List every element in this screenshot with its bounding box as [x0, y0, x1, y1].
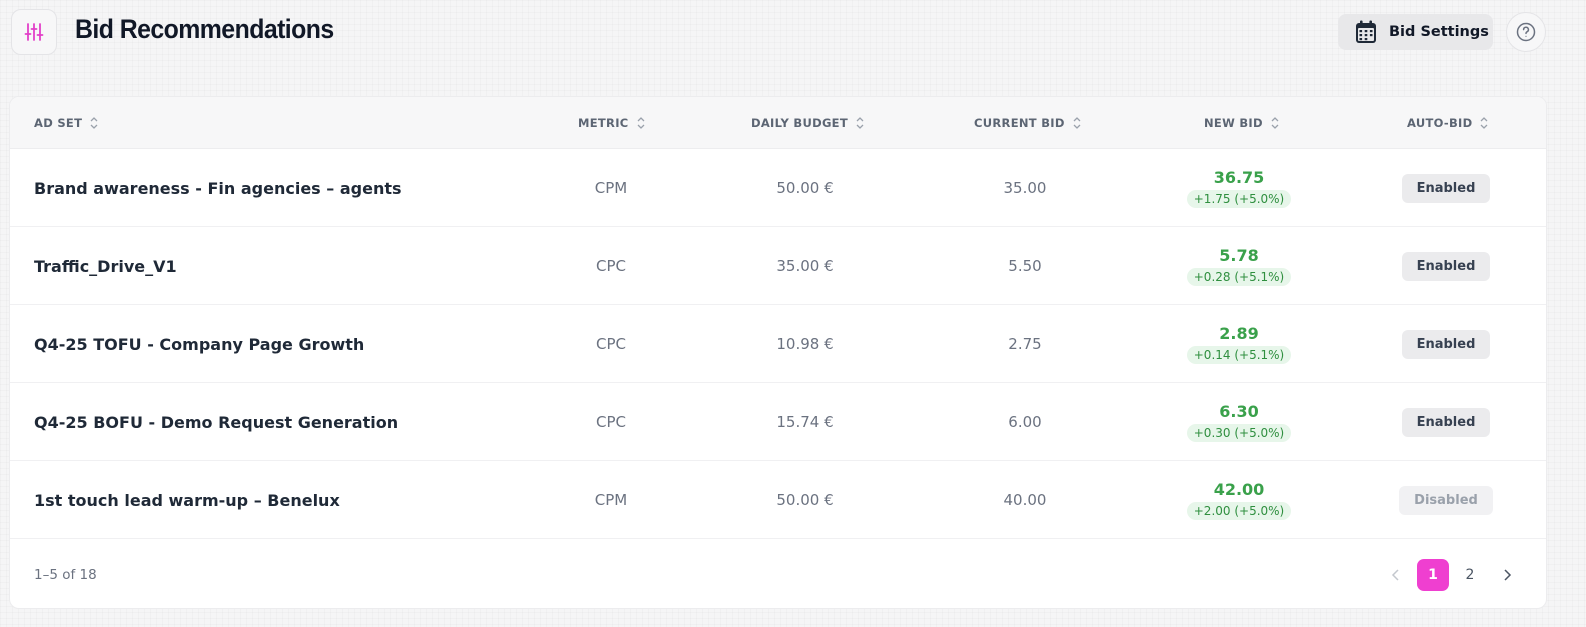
sort-icon [1073, 117, 1081, 129]
chevron-left-icon [1391, 569, 1399, 581]
new-bid-value: 6.30 [1219, 402, 1259, 421]
new-bid-cell: 5.78 +0.28 (+5.1%) [1159, 227, 1319, 305]
new-bid-cell: 2.89 +0.14 (+5.1%) [1159, 305, 1319, 383]
page-button-2[interactable]: 2 [1454, 559, 1486, 591]
daily-budget-cell: 10.98 € [776, 335, 834, 353]
sort-icon [1481, 117, 1488, 129]
daily-budget-cell: 50.00 € [776, 179, 834, 197]
chevron-right-icon [1504, 569, 1512, 581]
column-header-auto-bid[interactable]: AUTO-BID [1407, 97, 1488, 149]
auto-bid-status-button[interactable]: Disabled [1399, 485, 1493, 515]
new-bid-cell: 42.00 +2.00 (+5.0%) [1159, 461, 1319, 539]
column-label: DAILY BUDGET [751, 116, 848, 130]
table-header: AD SET METRIC DAILY BUDGET CURRENT BID N… [10, 97, 1546, 149]
calendar-icon [1356, 20, 1376, 43]
ad-set-name[interactable]: 1st touch lead warm-up – Benelux [34, 461, 534, 539]
metric-cell: CPM [594, 179, 628, 197]
auto-bid-status-button[interactable]: Enabled [1401, 329, 1491, 359]
new-bid-cell: 6.30 +0.30 (+5.0%) [1159, 383, 1319, 461]
new-bid-delta-badge: +1.75 (+5.0%) [1186, 190, 1292, 208]
metric-cell: CPC [596, 335, 626, 353]
ad-set-name[interactable]: Q4-25 BOFU - Demo Request Generation [34, 383, 534, 461]
previous-page-button[interactable] [1380, 559, 1412, 591]
column-header-new-bid[interactable]: NEW BID [1204, 97, 1279, 149]
help-button[interactable] [1506, 12, 1546, 52]
table-row[interactable]: 1st touch lead warm-up – Benelux CPM 50.… [10, 461, 1546, 539]
auto-bid-cell: Enabled [1386, 305, 1506, 383]
ad-set-name[interactable]: Brand awareness - Fin agencies – agents [34, 149, 534, 227]
next-page-button[interactable] [1491, 559, 1523, 591]
new-bid-delta-badge: +0.30 (+5.0%) [1186, 424, 1292, 442]
table-row[interactable]: Q4-25 TOFU - Company Page Growth CPC 10.… [10, 305, 1546, 383]
page-header: Bid Recommendations Bid Settings [0, 0, 1586, 80]
auto-bid-status-button[interactable]: Enabled [1401, 251, 1491, 281]
auto-bid-cell: Enabled [1386, 227, 1506, 305]
column-label: CURRENT BID [974, 116, 1065, 130]
daily-budget-cell: 35.00 € [776, 257, 834, 275]
column-label: NEW BID [1204, 116, 1263, 130]
ad-set-name[interactable]: Traffic_Drive_V1 [34, 227, 534, 305]
new-bid-value: 42.00 [1213, 480, 1265, 499]
new-bid-value: 36.75 [1213, 168, 1265, 187]
column-header-current-bid[interactable]: CURRENT BID [974, 97, 1081, 149]
sort-icon [90, 117, 98, 129]
bid-settings-button[interactable]: Bid Settings [1338, 14, 1493, 50]
sort-icon [637, 117, 644, 129]
column-header-ad-set[interactable]: AD SET [34, 97, 98, 149]
new-bid-cell: 36.75 +1.75 (+5.0%) [1159, 149, 1319, 227]
bid-table-card: AD SET METRIC DAILY BUDGET CURRENT BID N… [9, 96, 1547, 609]
filters-button[interactable] [11, 9, 57, 55]
new-bid-value: 2.89 [1219, 324, 1259, 343]
page-button-1[interactable]: 1 [1417, 559, 1449, 591]
auto-bid-status-button[interactable]: Enabled [1401, 173, 1491, 203]
daily-budget-cell: 50.00 € [776, 491, 834, 509]
sort-icon [856, 117, 864, 129]
current-bid-cell: 35.00 [1003, 179, 1047, 197]
page-title: Bid Recommendations [75, 14, 334, 44]
column-label: METRIC [578, 116, 629, 130]
metric-cell: CPC [596, 257, 626, 275]
table-row[interactable]: Traffic_Drive_V1 CPC 35.00 € 5.50 5.78 +… [10, 227, 1546, 305]
ad-set-name[interactable]: Q4-25 TOFU - Company Page Growth [34, 305, 534, 383]
new-bid-delta-badge: +2.00 (+5.0%) [1186, 502, 1292, 520]
auto-bid-status-button[interactable]: Enabled [1401, 407, 1491, 437]
column-header-metric[interactable]: METRIC [578, 97, 645, 149]
bid-settings-label: Bid Settings [1389, 24, 1489, 40]
table-row[interactable]: Q4-25 BOFU - Demo Request Generation CPC… [10, 383, 1546, 461]
new-bid-value: 5.78 [1219, 246, 1259, 265]
new-bid-delta-badge: +0.28 (+5.1%) [1186, 268, 1292, 286]
column-label: AUTO-BID [1407, 116, 1473, 130]
column-header-daily-budget[interactable]: DAILY BUDGET [751, 97, 864, 149]
daily-budget-cell: 15.74 € [776, 413, 834, 431]
auto-bid-cell: Enabled [1386, 149, 1506, 227]
table-footer: 1–5 of 18 1 2 [10, 541, 1546, 608]
metric-cell: CPM [594, 491, 628, 509]
auto-bid-cell: Disabled [1386, 461, 1506, 539]
sort-icon [1271, 117, 1279, 129]
column-label: AD SET [34, 116, 83, 130]
current-bid-cell: 2.75 [1008, 335, 1042, 353]
table-row[interactable]: Brand awareness - Fin agencies – agents … [10, 149, 1546, 227]
current-bid-cell: 6.00 [1008, 413, 1042, 431]
current-bid-cell: 5.50 [1008, 257, 1042, 275]
current-bid-cell: 40.00 [1003, 491, 1047, 509]
pagination-range: 1–5 of 18 [34, 567, 97, 583]
sliders-icon [24, 23, 44, 41]
metric-cell: CPC [596, 413, 626, 431]
new-bid-delta-badge: +0.14 (+5.1%) [1186, 346, 1292, 364]
help-circle-icon [1516, 22, 1536, 42]
auto-bid-cell: Enabled [1386, 383, 1506, 461]
